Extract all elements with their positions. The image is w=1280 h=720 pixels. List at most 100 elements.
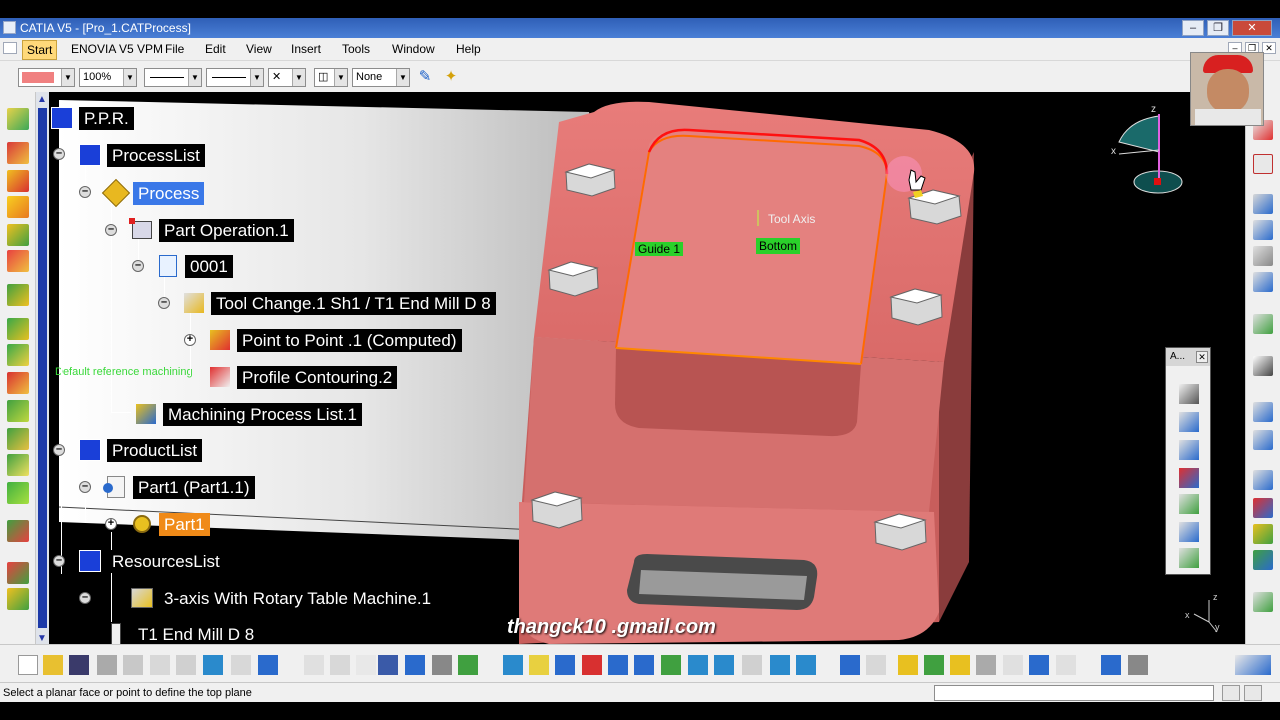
check-icon[interactable] — [458, 655, 478, 675]
line-thickness-combo[interactable]: ▼ — [144, 68, 202, 87]
swap-visible-icon[interactable] — [796, 655, 816, 675]
part-operation-icon[interactable] — [7, 142, 29, 164]
manufacturing-program-icon[interactable] — [7, 170, 29, 192]
knowledge-icon[interactable] — [405, 655, 425, 675]
stock-apply-icon[interactable] — [924, 655, 944, 675]
rendering-icon[interactable] — [1253, 524, 1273, 544]
layer-combo[interactable]: None ▼ — [352, 68, 410, 87]
mounting-icon[interactable] — [1179, 440, 1199, 460]
select-arrow-icon[interactable] — [1253, 356, 1273, 376]
tree-node-ppr[interactable]: P.P.R. — [49, 106, 134, 130]
tree-node-point-to-point[interactable]: Point to Point .1 (Computed) — [207, 328, 462, 352]
material-apply-icon[interactable] — [840, 655, 860, 675]
copy-icon[interactable] — [150, 655, 170, 675]
collapse-toggle[interactable]: – — [79, 592, 91, 604]
tree-node-process[interactable]: Process — [101, 178, 205, 208]
3d-viewport[interactable]: Default reference machining Tool Axis Gu… — [49, 92, 1245, 644]
power-input-field[interactable] — [934, 685, 1214, 701]
tree-scrollbar[interactable]: ▲ ▼ — [36, 92, 49, 644]
spot-drilling-icon[interactable] — [7, 400, 29, 422]
machine-tool-icon[interactable] — [898, 655, 918, 675]
origin-icon[interactable] — [1179, 548, 1199, 568]
floating-toolbar[interactable]: A... ✕ — [1165, 347, 1211, 575]
scroll-down-icon[interactable]: ▼ — [37, 633, 47, 644]
paste-icon[interactable] — [176, 655, 196, 675]
tool-path-replay-icon[interactable] — [1253, 220, 1273, 240]
hide-show-icon[interactable] — [770, 655, 790, 675]
machine-rotation-icon[interactable] — [7, 562, 29, 584]
machining-process-icon[interactable] — [7, 196, 29, 218]
tree-node-machine[interactable]: 3-axis With Rotary Table Machine.1 — [129, 586, 437, 610]
pan-icon[interactable] — [555, 655, 575, 675]
fly-mode-icon[interactable] — [503, 655, 523, 675]
analysis-icon[interactable] — [1253, 470, 1273, 490]
point-to-point-icon[interactable] — [7, 344, 29, 366]
document-menu-icon[interactable] — [3, 42, 17, 54]
graphic-properties-icon[interactable]: ✦ — [441, 67, 461, 87]
collapse-toggle[interactable]: – — [132, 260, 144, 272]
print-icon[interactable] — [97, 655, 117, 675]
axis-system-icon[interactable] — [1253, 592, 1273, 612]
multi-view-icon[interactable] — [688, 655, 708, 675]
menu-insert[interactable]: Insert — [291, 42, 321, 56]
tree-node-processlist[interactable]: ProcessList — [77, 143, 205, 167]
redo-icon[interactable] — [231, 655, 251, 675]
restore-button[interactable]: ❐ — [1207, 20, 1229, 36]
zoom-in-icon[interactable] — [608, 655, 628, 675]
cut-icon[interactable] — [123, 655, 143, 675]
report-icon[interactable] — [1056, 655, 1076, 675]
undo-icon[interactable] — [203, 655, 223, 675]
menu-tools[interactable]: Tools — [342, 42, 370, 56]
menu-window[interactable]: Window — [392, 42, 435, 56]
table-icon[interactable] — [378, 655, 398, 675]
properties-icon[interactable] — [1253, 430, 1273, 450]
point-symbol-combo[interactable]: ✕ ▼ — [268, 68, 306, 87]
pocketing-icon[interactable] — [7, 224, 29, 246]
save-icon[interactable] — [69, 655, 89, 675]
video-icon[interactable] — [1253, 272, 1273, 292]
collapse-toggle[interactable]: – — [158, 297, 170, 309]
machine-kinematics-icon[interactable] — [1179, 412, 1199, 432]
line-type-combo[interactable]: ▼ — [206, 68, 264, 87]
axis-orientation-icon[interactable] — [1179, 494, 1199, 514]
collapse-toggle[interactable]: – — [105, 224, 117, 236]
expand-toggle[interactable]: + — [184, 334, 196, 346]
measure-icon[interactable] — [1253, 402, 1273, 422]
scroll-thumb[interactable] — [38, 108, 47, 628]
tree-node-profile-contouring[interactable]: Profile Contouring.2 — [207, 365, 398, 389]
close-button[interactable]: ✕ — [1232, 20, 1272, 36]
tree-node-part-instance[interactable]: Part1 (Part1.1) — [103, 475, 255, 499]
tree-node-machining-process-list[interactable]: Machining Process List.1 — [133, 402, 362, 426]
close-icon[interactable]: ✕ — [1196, 351, 1208, 363]
open-icon[interactable] — [43, 655, 63, 675]
zoom-out-icon[interactable] — [634, 655, 654, 675]
tool-change-point-icon[interactable] — [1179, 468, 1199, 488]
tapping-icon[interactable] — [7, 454, 29, 476]
shading-icon[interactable] — [742, 655, 762, 675]
compass-icon[interactable] — [1253, 550, 1273, 570]
facing-icon[interactable] — [7, 250, 29, 272]
tool-path-icon[interactable] — [950, 655, 970, 675]
status-button[interactable] — [1222, 685, 1240, 701]
formula-icon[interactable] — [304, 655, 324, 675]
collapse-toggle[interactable]: – — [53, 148, 65, 160]
iso-view-icon[interactable] — [714, 655, 734, 675]
help-icon[interactable] — [258, 655, 278, 675]
collapse-toggle[interactable]: – — [53, 444, 65, 456]
stock-icon[interactable] — [1253, 314, 1273, 334]
scroll-up-icon[interactable]: ▲ — [37, 94, 47, 105]
process-table-icon[interactable] — [1029, 655, 1049, 675]
collapse-toggle[interactable]: – — [79, 186, 91, 198]
tree-node-resourceslist[interactable]: ResourcesList — [77, 549, 225, 573]
new-icon[interactable] — [18, 655, 38, 675]
catia-app-icon[interactable] — [3, 21, 16, 34]
normal-view-icon[interactable] — [661, 655, 681, 675]
simulation-icon[interactable] — [1253, 246, 1273, 266]
floating-toolbar-header[interactable]: A... ✕ — [1166, 348, 1210, 366]
boring-icon[interactable] — [7, 482, 29, 504]
status-button[interactable] — [1244, 685, 1262, 701]
expand-toggle[interactable]: + — [105, 518, 117, 530]
catalog-icon[interactable] — [866, 655, 886, 675]
curve-following-icon[interactable] — [7, 318, 29, 340]
tree-node-tool-change[interactable]: Tool Change.1 Sh1 / T1 End Mill D 8 — [181, 291, 496, 315]
